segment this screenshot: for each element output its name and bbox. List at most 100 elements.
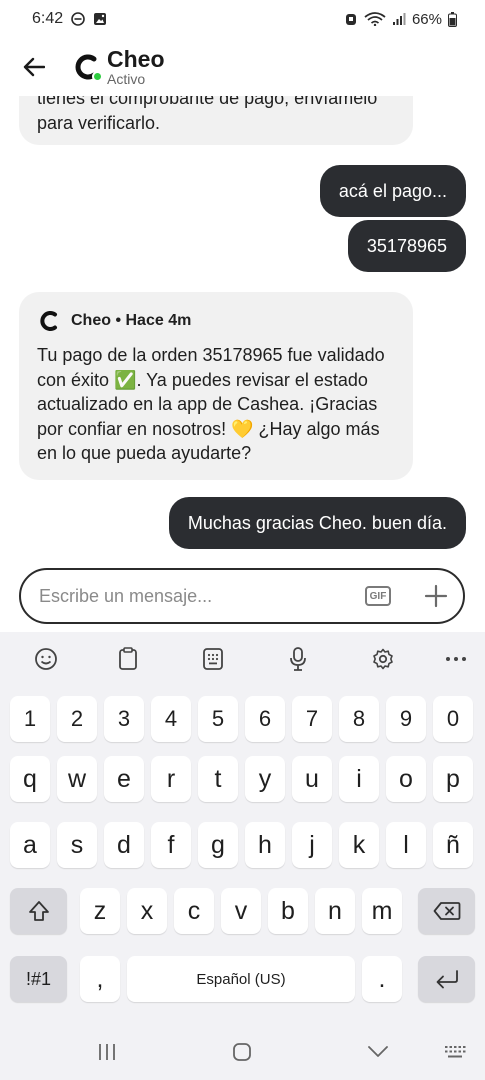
gallery-icon — [94, 13, 107, 25]
do-not-disturb-icon — [71, 12, 85, 26]
key-number[interactable]: 3 — [104, 696, 144, 742]
key-letter[interactable]: q — [10, 756, 50, 802]
outgoing-message[interactable]: acá el pago... — [319, 165, 466, 217]
more-icon — [446, 657, 466, 661]
wifi-icon — [364, 12, 386, 26]
key-letter[interactable]: x — [127, 888, 167, 934]
message-text: Tu pago de la orden 35178965 fue validad… — [37, 345, 385, 463]
key-number[interactable]: 8 — [339, 696, 379, 742]
settings-icon — [373, 648, 393, 670]
comma-key[interactable]: , — [80, 956, 120, 1002]
keyboard-icon — [445, 1046, 466, 1058]
shift-icon — [28, 901, 49, 921]
chat-messages[interactable]: tienes el comprobante de pago, envíamelo… — [0, 96, 485, 558]
recent-apps-icon — [99, 1044, 115, 1060]
hide-keyboard-button[interactable] — [363, 1038, 393, 1066]
message-composer[interactable]: GIF — [19, 568, 465, 624]
backspace-key[interactable] — [418, 888, 475, 934]
key-letter[interactable]: k — [339, 822, 379, 868]
keypad-button[interactable] — [198, 644, 228, 674]
status-time: 6:42 — [32, 10, 64, 27]
avatar[interactable] — [72, 52, 103, 82]
key-letter[interactable]: b — [268, 888, 308, 934]
key-letter[interactable]: l — [386, 822, 426, 868]
emoji-icon — [35, 648, 57, 670]
microphone-icon — [290, 647, 306, 671]
system-navigation-bar — [0, 1024, 485, 1080]
chevron-down-icon — [368, 1046, 388, 1057]
key-number[interactable]: 0 — [433, 696, 473, 742]
message-text: 35178965 — [366, 235, 447, 256]
more-options-button[interactable] — [441, 644, 471, 674]
enter-key[interactable] — [418, 956, 475, 1002]
card-sender: Cheo • Hace 4m — [71, 312, 192, 329]
emoji-button[interactable] — [31, 644, 61, 674]
key-number[interactable]: 9 — [386, 696, 426, 742]
space-key[interactable]: Español (US) — [127, 956, 355, 1002]
key-letter[interactable]: n — [315, 888, 355, 934]
chat-header: Cheo Activo — [0, 38, 485, 96]
backspace-icon — [433, 902, 460, 920]
key-number[interactable]: 6 — [245, 696, 285, 742]
enter-icon — [436, 970, 458, 989]
symbols-key[interactable]: !#1 — [10, 956, 67, 1002]
keyboard-switch-button[interactable] — [440, 1038, 470, 1066]
key-letter[interactable]: a — [10, 822, 50, 868]
key-letter[interactable]: y — [245, 756, 285, 802]
key-number[interactable]: 5 — [198, 696, 238, 742]
key-letter[interactable]: z — [80, 888, 120, 934]
home-icon — [233, 1043, 251, 1061]
key-letter[interactable]: e — [104, 756, 144, 802]
back-button[interactable] — [16, 49, 52, 85]
add-attachment-button[interactable] — [423, 583, 449, 609]
key-letter[interactable]: d — [104, 822, 144, 868]
message-text: tienes el comprobante de pago, envíamelo — [37, 96, 378, 108]
key-letter[interactable]: p — [433, 756, 473, 802]
key-letter[interactable]: u — [292, 756, 332, 802]
keypad-icon — [203, 648, 223, 670]
incoming-message-card[interactable]: Cheo • Hace 4m Tu pago de la orden 35178… — [19, 292, 413, 480]
shift-key[interactable] — [10, 888, 67, 934]
keyboard-settings-button[interactable] — [368, 644, 398, 674]
arrow-left-icon — [23, 57, 45, 77]
status-bar: 6:42 66% — [0, 0, 485, 38]
key-letter[interactable]: r — [151, 756, 191, 802]
signal-icon — [392, 13, 406, 25]
keyboard: 1 2 3 4 5 6 7 8 9 0 q w e r t y u i o p … — [0, 632, 485, 1080]
key-letter[interactable]: ñ — [433, 822, 473, 868]
period-key[interactable]: . — [362, 956, 402, 1002]
key-number[interactable]: 1 — [10, 696, 50, 742]
alarm-icon — [345, 14, 356, 25]
key-number[interactable]: 4 — [151, 696, 191, 742]
key-letter[interactable]: j — [292, 822, 332, 868]
key-letter[interactable]: m — [362, 888, 402, 934]
home-button[interactable] — [227, 1038, 257, 1066]
message-text: para verificarlo. — [37, 113, 161, 133]
key-letter[interactable]: o — [386, 756, 426, 802]
clipboard-button[interactable] — [113, 644, 143, 674]
outgoing-message[interactable]: Muchas gracias Cheo. buen día. — [168, 497, 466, 549]
key-letter[interactable]: f — [151, 822, 191, 868]
gif-button[interactable]: GIF — [365, 586, 391, 606]
outgoing-message[interactable]: 35178965 — [347, 220, 466, 272]
incoming-message-partial: tienes el comprobante de pago, envíamelo… — [19, 96, 413, 145]
agent-status: Activo — [107, 71, 146, 87]
online-indicator — [92, 71, 103, 82]
plus-icon — [424, 584, 448, 608]
key-letter[interactable]: g — [198, 822, 238, 868]
key-letter[interactable]: c — [174, 888, 214, 934]
key-letter[interactable]: h — [245, 822, 285, 868]
key-number[interactable]: 2 — [57, 696, 97, 742]
key-letter[interactable]: t — [198, 756, 238, 802]
key-letter[interactable]: v — [221, 888, 261, 934]
voice-input-button[interactable] — [283, 644, 313, 674]
key-letter[interactable]: i — [339, 756, 379, 802]
key-letter[interactable]: w — [57, 756, 97, 802]
battery-percent: 66% — [411, 10, 442, 28]
message-input[interactable] — [39, 585, 365, 607]
cashea-logo-icon — [40, 310, 57, 331]
keyboard-toolbar — [0, 632, 485, 686]
key-letter[interactable]: s — [57, 822, 97, 868]
recent-apps-button[interactable] — [92, 1038, 122, 1066]
key-number[interactable]: 7 — [292, 696, 332, 742]
